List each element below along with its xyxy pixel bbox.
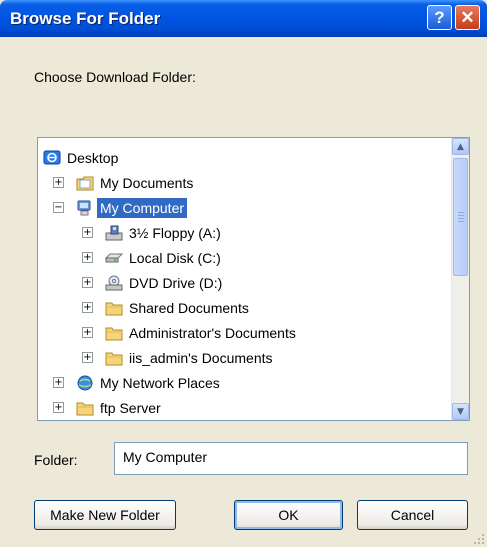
window-title: Browse For Folder	[10, 9, 161, 28]
tree-item-local-disk[interactable]: + Local Disk (C:)	[38, 247, 448, 269]
expand-toggle[interactable]: +	[53, 177, 64, 188]
dvd-drive-icon	[105, 275, 123, 291]
close-button[interactable]: ✕	[455, 5, 480, 30]
collapse-toggle[interactable]: −	[53, 202, 64, 213]
my-documents-icon	[76, 176, 94, 191]
scroll-down-button[interactable]: ▼	[452, 403, 469, 420]
scroll-up-button[interactable]: ▲	[452, 138, 469, 155]
scroll-thumb[interactable]	[453, 158, 468, 276]
network-places-icon	[77, 375, 93, 391]
dialog-prompt: Choose Download Folder:	[34, 69, 196, 85]
help-button[interactable]: ?	[427, 5, 452, 30]
folder-icon	[105, 302, 123, 316]
folder-label: Folder:	[34, 452, 78, 468]
tree-item-label: Desktop	[67, 150, 119, 166]
tree-item-label: DVD Drive (D:)	[129, 275, 223, 291]
expand-toggle[interactable]: +	[82, 327, 93, 338]
tree-item-label: ftp Server	[100, 400, 161, 416]
tree-item-my-computer[interactable]: − My Computer	[38, 197, 448, 219]
tree-item-iis-admins-documents[interactable]: + iis_admin's Documents	[38, 347, 448, 369]
tree-item-label: My Documents	[100, 175, 194, 191]
resize-grip-icon[interactable]	[473, 533, 485, 545]
expand-toggle[interactable]: +	[82, 277, 93, 288]
tree-item-label: My Network Places	[100, 375, 220, 391]
ok-button[interactable]: OK	[234, 500, 343, 530]
make-new-folder-button[interactable]: Make New Folder	[34, 500, 176, 530]
cancel-button[interactable]: Cancel	[357, 500, 468, 530]
local-disk-icon	[105, 253, 123, 263]
expand-toggle[interactable]: +	[82, 252, 93, 263]
tree-item-label: Local Disk (C:)	[129, 250, 221, 266]
folder-icon	[105, 327, 123, 341]
tree-item-label: My Computer	[97, 198, 188, 218]
tree-item-dvd-drive[interactable]: + DVD Drive (D:)	[38, 272, 448, 294]
expand-toggle[interactable]: +	[53, 377, 64, 388]
folder-icon	[76, 402, 94, 416]
expand-toggle[interactable]: +	[82, 302, 93, 313]
tree-item-floppy[interactable]: + 3½ Floppy (A:)	[38, 222, 448, 244]
floppy-drive-icon	[105, 225, 123, 241]
expand-toggle[interactable]: +	[82, 352, 93, 363]
tree-item-label: Shared Documents	[129, 300, 249, 316]
folder-icon	[105, 352, 123, 366]
my-computer-icon	[77, 200, 91, 216]
folder-tree[interactable]: Desktop + My Documents − My Computer + 3…	[37, 137, 470, 421]
desktop-icon	[43, 150, 61, 165]
tree-item-my-network-places[interactable]: + My Network Places	[38, 372, 448, 394]
title-bar: Browse For Folder ? ✕	[0, 0, 487, 37]
tree-item-label: Administrator's Documents	[129, 325, 296, 341]
vertical-scrollbar[interactable]: ▲ ▼	[451, 138, 469, 420]
folder-input[interactable]: My Computer	[114, 442, 468, 475]
tree-item-administrators-documents[interactable]: + Administrator's Documents	[38, 322, 448, 344]
tree-item-desktop[interactable]: Desktop	[38, 147, 448, 169]
expand-toggle[interactable]: +	[82, 227, 93, 238]
expand-toggle[interactable]: +	[53, 402, 64, 413]
tree-item-my-documents[interactable]: + My Documents	[38, 172, 448, 194]
tree-item-shared-documents[interactable]: + Shared Documents	[38, 297, 448, 319]
tree-item-label: 3½ Floppy (A:)	[129, 225, 221, 241]
tree-item-label: iis_admin's Documents	[129, 350, 273, 366]
tree-item-ftp-server[interactable]: + ftp Server	[38, 397, 448, 419]
